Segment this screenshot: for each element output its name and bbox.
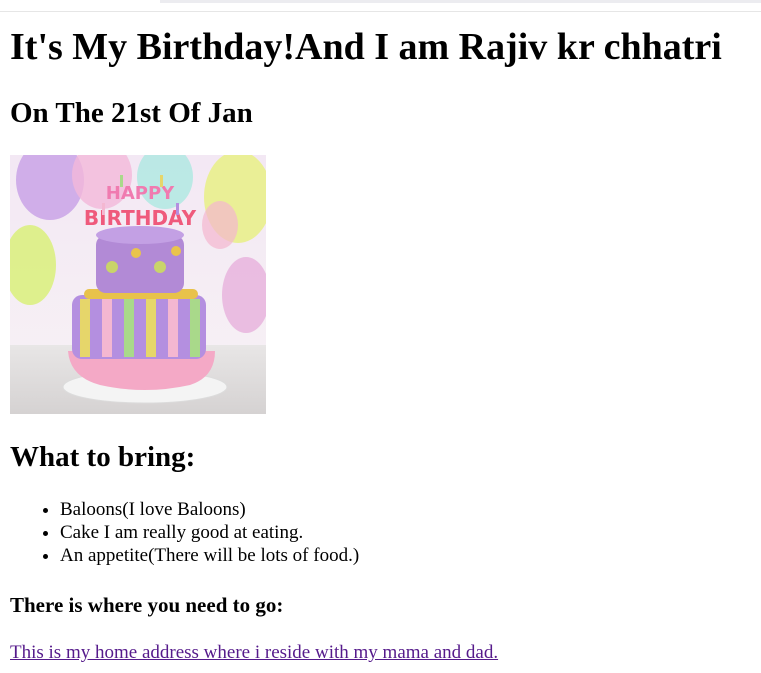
top-divider: [0, 11, 761, 12]
home-address-link[interactable]: This is my home address where i reside w…: [10, 642, 498, 664]
cake-topper-birthday: BIRTHDAY: [84, 206, 197, 230]
birthday-date-heading: On The 21st Of Jan: [10, 97, 253, 129]
stripe: [190, 299, 200, 357]
candle: [176, 203, 179, 215]
stripe: [146, 299, 156, 357]
stripe: [102, 299, 112, 357]
balloon-rose: [202, 201, 238, 249]
cake-bottom-tier: [72, 295, 206, 359]
dot: [131, 248, 141, 258]
list-item: Baloons(I love Baloons): [60, 498, 359, 521]
dot: [154, 261, 166, 273]
list-item: Cake I am really good at eating.: [60, 521, 359, 544]
stripe: [80, 299, 90, 357]
stripe: [124, 299, 134, 357]
bring-list: Baloons(I love Baloons) Cake I am really…: [10, 498, 359, 567]
stripe: [168, 299, 178, 357]
what-to-bring-heading: What to bring:: [10, 441, 196, 473]
browser-chrome-strip: [160, 0, 761, 3]
birthday-cake-image: HAPPY BIRTHDAY: [10, 155, 266, 414]
cake-topper-happy: HAPPY: [106, 183, 175, 204]
candle: [160, 175, 163, 187]
candle: [102, 203, 105, 215]
candle: [120, 175, 123, 187]
location-heading: There is where you need to go:: [10, 593, 284, 617]
dot: [171, 246, 181, 256]
list-item: An appetite(There will be lots of food.): [60, 544, 359, 567]
dot: [106, 261, 118, 273]
page-title: It's My Birthday!And I am Rajiv kr chhat…: [10, 26, 722, 68]
